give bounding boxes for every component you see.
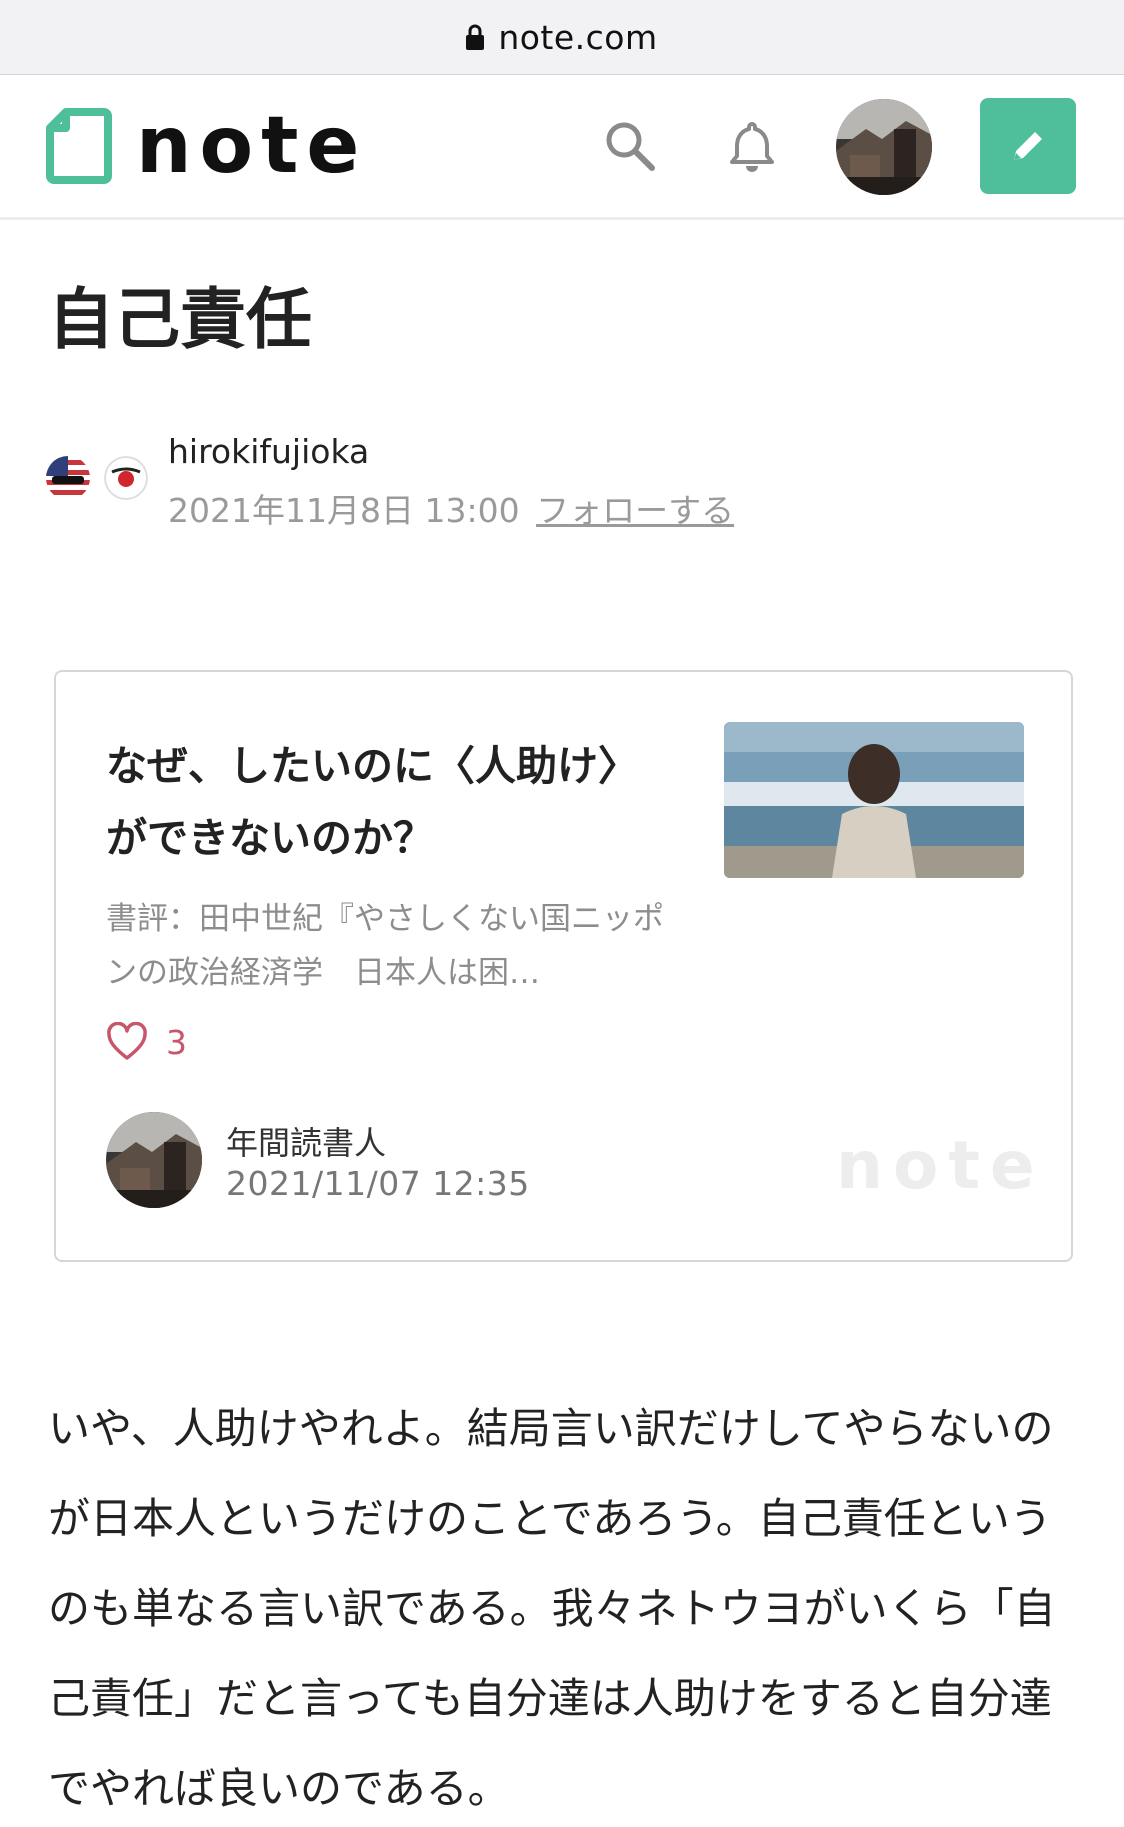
url-text: note.com	[498, 17, 658, 57]
embed-excerpt: 書評：田中世紀『やさしくない国ニッポンの政治経済学 日本人は困…	[106, 901, 664, 991]
search-icon	[606, 122, 655, 171]
search-button[interactable]	[600, 116, 660, 176]
follow-link[interactable]: フォローする	[536, 491, 734, 530]
lock-icon	[466, 24, 485, 50]
japan-flag-icon[interactable]	[104, 456, 148, 500]
site-header: note	[0, 76, 1124, 220]
note-logo[interactable]: note	[46, 101, 368, 191]
write-post-button[interactable]	[980, 98, 1076, 194]
notifications-button[interactable]	[722, 116, 782, 176]
embed-title[interactable]: なぜ、したいのに〈人助け〉ができないのか？	[106, 730, 666, 874]
post-datetime: 2021年11月8日 13:00	[168, 491, 520, 530]
embedded-article-card[interactable]: なぜ、したいのに〈人助け〉ができないのか？ 書評：田中世紀『やさしくない国ニッポ…	[54, 670, 1073, 1262]
bell-icon	[730, 122, 774, 172]
author-row: hirokifujioka 2021年11月8日 13:00 フォローする	[46, 430, 946, 530]
author-meta: 2021年11月8日 13:00 フォローする	[168, 484, 734, 532]
embed-thumbnail[interactable]	[724, 722, 1024, 878]
embed-brand-watermark: note	[836, 1127, 1045, 1204]
embed-date: 2021/11/07 12:35	[226, 1164, 530, 1203]
embed-author-avatar[interactable]	[106, 1112, 202, 1208]
browser-url-bar[interactable]: note.com	[0, 0, 1124, 75]
article-title: 自己責任	[48, 281, 312, 358]
logo-text: note	[136, 101, 368, 191]
pencil-icon	[1014, 132, 1042, 160]
avatar-photo	[836, 99, 932, 195]
us-flag-icon[interactable]	[46, 456, 90, 500]
embed-likes[interactable]: 3	[106, 1020, 187, 1064]
heart-icon	[107, 1022, 147, 1060]
embed-author-name[interactable]: 年間読書人	[226, 1118, 386, 1164]
article-body: いや、人助けやれよ。結局言い訳だけしてやらないのが日本人というだけのことであろう…	[48, 1404, 1056, 1813]
user-avatar[interactable]	[836, 99, 932, 195]
like-count: 3	[166, 1022, 187, 1062]
note-logo-icon	[46, 108, 112, 184]
author-name[interactable]: hirokifujioka	[168, 432, 369, 471]
